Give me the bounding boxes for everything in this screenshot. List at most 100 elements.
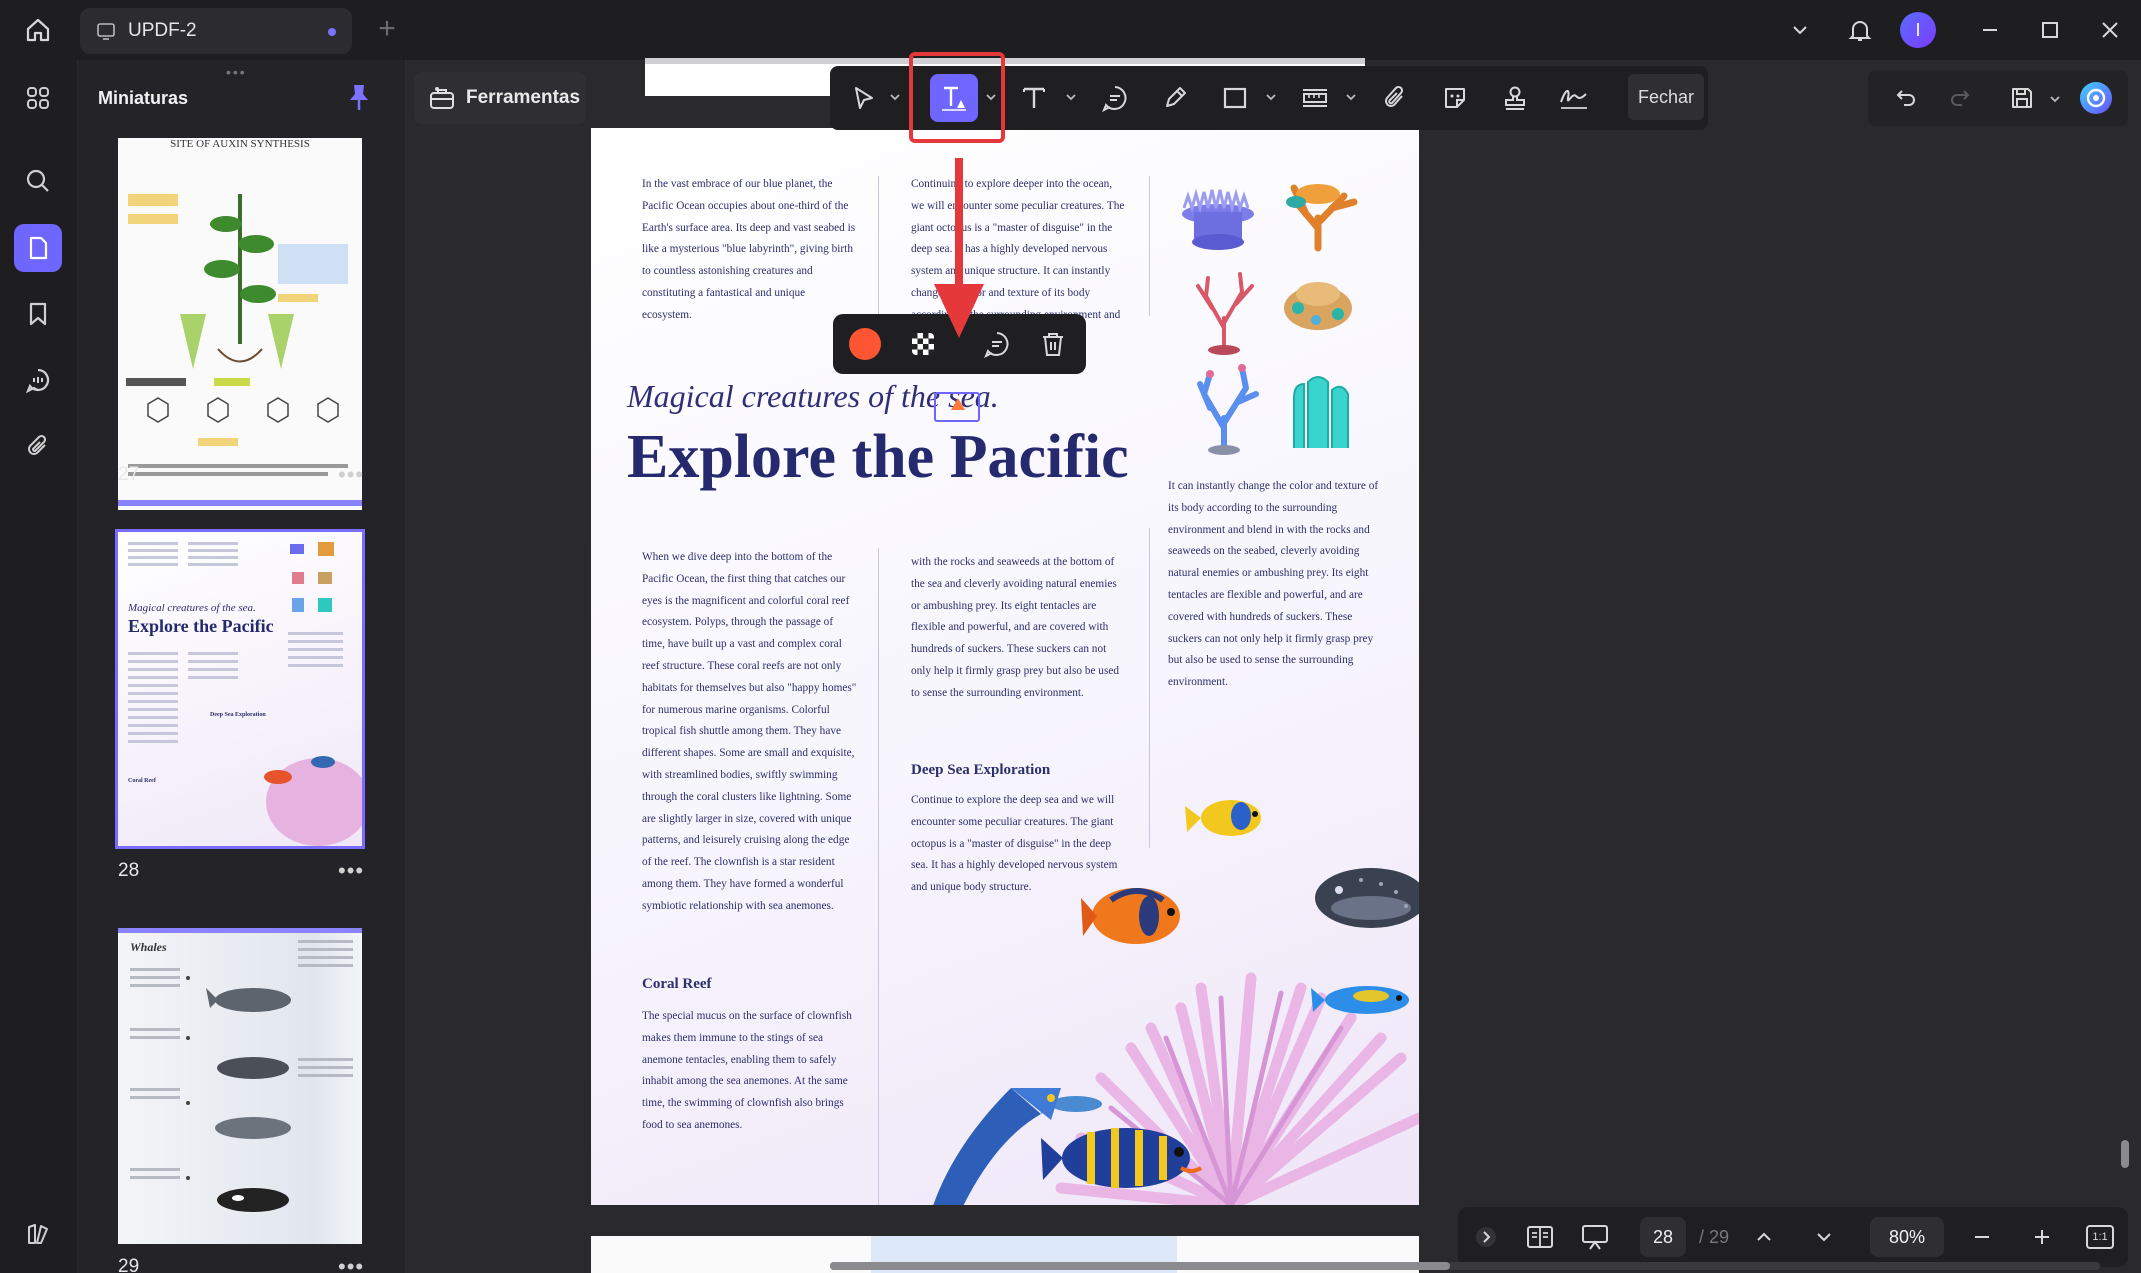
measure-tool-caret[interactable] — [1344, 90, 1358, 104]
cursor-icon — [851, 85, 877, 111]
comment-icon — [24, 366, 52, 394]
page-thumbnail-27[interactable]: SITE OF AUXIN SYNTHESIS — [118, 138, 362, 510]
horizontal-scroll-thumb[interactable] — [830, 1262, 1450, 1270]
coral-reef-heading: Coral Reef — [642, 976, 712, 992]
maximize-button[interactable] — [2030, 10, 2070, 50]
rail-apps[interactable] — [14, 74, 62, 122]
rail-search[interactable] — [14, 157, 62, 205]
panel-resize-grip[interactable]: ••• — [226, 64, 247, 80]
comment-icon — [983, 330, 1011, 358]
thumb-27-more-button[interactable]: ••• — [338, 462, 364, 488]
column-divider — [1149, 176, 1150, 316]
stamp-tool[interactable] — [1495, 78, 1535, 118]
zoom-level-input[interactable]: 80% — [1870, 1217, 1944, 1257]
select-tool-caret[interactable] — [888, 90, 902, 104]
chevron-down-icon — [1814, 1227, 1834, 1247]
left-rail — [0, 60, 78, 1273]
pin-panel-button[interactable] — [345, 82, 373, 112]
rail-sidebar-toggle[interactable] — [14, 1210, 62, 1258]
tools-button[interactable]: Ferramentas — [414, 72, 586, 124]
save-caret[interactable] — [2048, 92, 2062, 106]
rail-comments[interactable] — [14, 356, 62, 404]
pencil-icon — [1161, 84, 1189, 112]
blue-coral-image — [1197, 364, 1259, 455]
color-picker-button[interactable] — [845, 324, 885, 364]
search-icon — [25, 168, 51, 194]
document-tab[interactable]: UPDF-2 — [80, 8, 352, 54]
save-button[interactable] — [2002, 78, 2042, 118]
home-icon — [24, 16, 52, 44]
comment-tool[interactable] — [1095, 78, 1135, 118]
highlight-box — [909, 52, 1005, 143]
ai-assistant-button[interactable] — [2076, 78, 2116, 118]
purple-anemone-image — [1182, 188, 1254, 250]
minimize-button[interactable] — [1970, 10, 2010, 50]
page-thumbnail-28[interactable]: Magical creatures of the sea. Explore th… — [115, 529, 365, 849]
vertical-scroll-thumb[interactable] — [2121, 1140, 2129, 1168]
color-swatch — [848, 327, 882, 361]
thumb-28-more-button[interactable]: ••• — [338, 858, 364, 884]
shape-tool[interactable] — [1215, 78, 1255, 118]
select-tool[interactable] — [844, 78, 884, 118]
rail-pages[interactable] — [14, 224, 62, 272]
attach-tool[interactable] — [1375, 78, 1415, 118]
previous-page-button[interactable] — [1746, 1217, 1782, 1257]
page-layout-button[interactable] — [1520, 1217, 1560, 1257]
text-callout-anchor[interactable] — [934, 392, 980, 422]
text-tool[interactable] — [1014, 78, 1054, 118]
signature-tool[interactable] — [1554, 78, 1594, 118]
horizontal-scrollbar[interactable] — [830, 1262, 2100, 1270]
thumb-28-number: 28 — [118, 860, 140, 881]
text-tool-caret[interactable] — [1064, 90, 1078, 104]
red-coral-image — [1196, 272, 1254, 355]
delete-icon — [1040, 330, 1066, 358]
home-button[interactable] — [20, 12, 56, 48]
app-window: UPDF-2 + I ••• Miniaturas SITE OF AUXIN … — [0, 0, 2141, 1273]
octopus-body-paragraph: with the rocks and seaweeds at the botto… — [911, 556, 1120, 699]
total-pages: / 29 — [1698, 1226, 1730, 1247]
actual-size-icon: 1:1 — [2086, 1225, 2114, 1249]
presentation-button[interactable] — [1570, 1217, 1620, 1257]
notifications-button[interactable] — [1840, 10, 1880, 50]
coral-reef-intro-paragraph: When we dive deep into the bottom of the… — [642, 551, 857, 912]
octopus-continued-paragraph: It can instantly change the color and te… — [1168, 480, 1379, 689]
undo-button[interactable] — [1886, 78, 1926, 118]
measure-tool[interactable] — [1295, 78, 1335, 118]
pages-icon — [25, 235, 51, 261]
actual-size-button[interactable]: 1:1 — [2082, 1217, 2118, 1257]
zoom-out-button[interactable] — [1964, 1217, 2000, 1257]
thumbnails-title: Miniaturas — [98, 88, 189, 108]
shape-tool-caret[interactable] — [1264, 90, 1278, 104]
pencil-tool[interactable] — [1155, 78, 1195, 118]
zoom-in-button[interactable] — [2024, 1217, 2060, 1257]
account-button[interactable]: I — [1898, 10, 1938, 50]
thumb-29-more-button[interactable]: ••• — [338, 1254, 364, 1273]
document-tab-icon — [96, 21, 116, 41]
delete-annotation-button[interactable] — [1033, 324, 1073, 364]
menu-dropdown-button[interactable] — [1780, 10, 1820, 50]
new-tab-button[interactable]: + — [372, 14, 402, 44]
plus-icon — [2032, 1227, 2052, 1247]
pointer-arrow-head — [934, 284, 984, 338]
thumb-28-sec2: Coral Reef — [128, 778, 156, 784]
page-thumbnail-29[interactable]: Whales — [118, 928, 362, 1244]
collapse-bar-button[interactable] — [1468, 1217, 1504, 1257]
chevron-right-icon — [1474, 1225, 1498, 1249]
redo-button[interactable] — [1940, 78, 1980, 118]
rail-bookmarks[interactable] — [14, 290, 62, 338]
rail-attachments[interactable] — [14, 422, 62, 470]
page-title: Explore the Pacific — [627, 423, 1129, 491]
orange-coral-image — [1286, 184, 1358, 252]
current-page-input[interactable]: 28 — [1640, 1217, 1686, 1257]
close-window-button[interactable] — [2090, 10, 2130, 50]
right-toolbar — [1868, 70, 2128, 126]
maximize-icon — [2040, 20, 2060, 40]
thumbnails-panel: ••• Miniaturas SITE OF AUXIN SYNTHESIS 2… — [78, 60, 406, 1273]
close-toolbar-button[interactable]: Fechar — [1628, 74, 1704, 120]
unsaved-dot — [328, 28, 336, 36]
paperclip-icon — [1381, 84, 1409, 112]
sticker-tool[interactable] — [1435, 78, 1475, 118]
blue-swordfish-image — [933, 1088, 1061, 1205]
coral-reef-paragraph: The special mucus on the surface of clow… — [642, 1010, 852, 1131]
next-page-button[interactable] — [1806, 1217, 1842, 1257]
